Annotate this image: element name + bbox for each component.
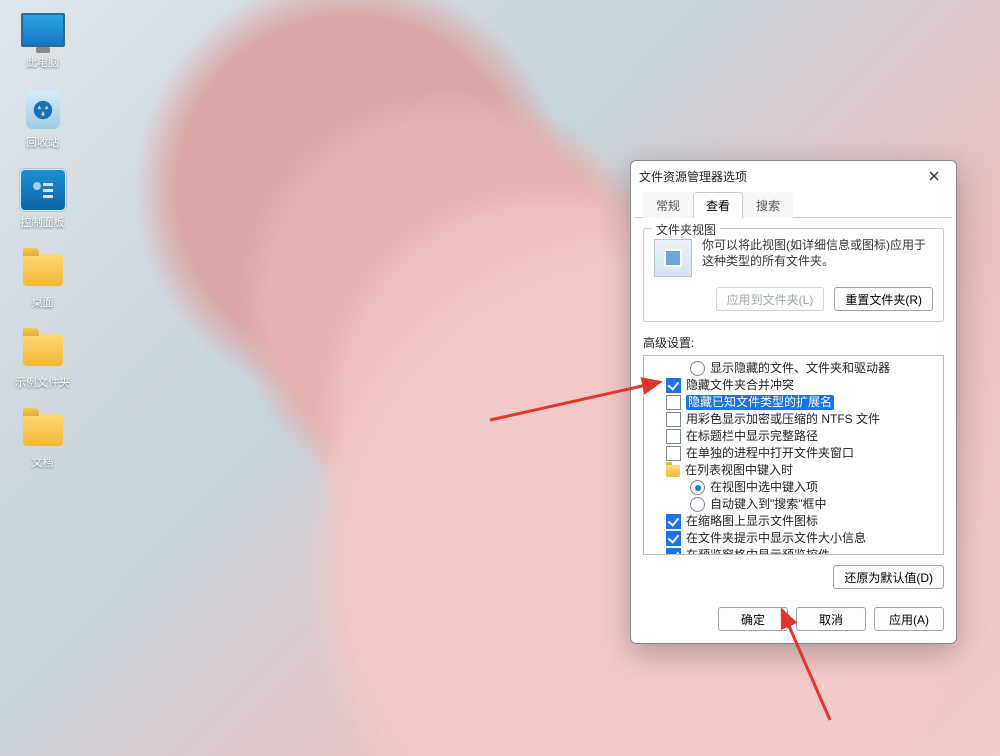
opt-label: 在视图中选中键入项 — [710, 480, 818, 495]
ok-button[interactable]: 确定 — [718, 607, 788, 631]
opt-label: 显示隐藏的文件、文件夹和驱动器 — [710, 361, 890, 376]
folder-icon — [666, 465, 680, 477]
desktop-icon-recycle-bin[interactable]: 回收站 — [5, 90, 80, 150]
opt-auto-search[interactable]: 自动键入到"搜索"框中 — [646, 496, 941, 513]
desktop-icon-folder-sample[interactable]: 示例文件夹 — [5, 330, 80, 390]
opt-merge-conflict[interactable]: 隐藏文件夹合并冲突 — [646, 377, 941, 394]
opt-label: 在列表视图中键入时 — [685, 463, 793, 478]
folder-view-group: 文件夹视图 你可以将此视图(如详细信息或图标)应用于这种类型的所有文件夹。 应用… — [643, 228, 944, 322]
opt-label: 在单独的进程中打开文件夹窗口 — [686, 446, 854, 461]
tab-search[interactable]: 搜索 — [743, 192, 793, 218]
reset-folders-button[interactable]: 重置文件夹(R) — [834, 287, 933, 311]
control-panel-icon — [21, 170, 65, 210]
dialog-title: 文件资源管理器选项 — [639, 168, 920, 185]
folder-icon — [23, 414, 63, 446]
opt-label: 在标题栏中显示完整路径 — [686, 429, 818, 444]
desktop-icon-label: 示例文件夹 — [15, 374, 70, 390]
checkbox-icon — [666, 395, 681, 410]
tab-bar: 常规 查看 搜索 — [635, 191, 952, 218]
desktop-icon-control-panel[interactable]: 控制面板 — [5, 170, 80, 230]
apply-to-folders-button[interactable]: 应用到文件夹(L) — [716, 287, 825, 311]
opt-thumb-icon[interactable]: 在缩略图上显示文件图标 — [646, 513, 941, 530]
folder-view-legend: 文件夹视图 — [652, 221, 720, 238]
opt-list-enter-group[interactable]: 在列表视图中键入时 — [646, 462, 941, 479]
dialog-footer: 确定 取消 应用(A) — [631, 599, 956, 643]
advanced-settings-label: 高级设置: — [643, 334, 944, 351]
opt-preview-controls[interactable]: 在预览窗格中显示预览控件 — [646, 547, 941, 555]
opt-folder-size[interactable]: 在文件夹提示中显示文件大小信息 — [646, 530, 941, 547]
close-icon — [929, 171, 939, 181]
opt-label: 隐藏已知文件类型的扩展名 — [686, 395, 834, 410]
restore-defaults-button[interactable]: 还原为默认值(D) — [833, 565, 944, 589]
folder-options-dialog: 文件资源管理器选项 常规 查看 搜索 文件夹视图 你可以将此视图(如详细信息或图… — [630, 160, 957, 644]
checkbox-icon — [666, 429, 681, 444]
desktop-icon-label: 此电脑 — [26, 54, 59, 70]
opt-label: 自动键入到"搜索"框中 — [710, 497, 827, 512]
folder-icon — [23, 254, 63, 286]
dialog-body: 文件夹视图 你可以将此视图(如详细信息或图标)应用于这种类型的所有文件夹。 应用… — [631, 218, 956, 599]
folder-icon — [23, 334, 63, 366]
opt-separate-process[interactable]: 在单独的进程中打开文件夹窗口 — [646, 445, 941, 462]
checkbox-icon — [666, 446, 681, 461]
folder-view-icon — [654, 239, 692, 277]
desktop-icon-label: 控制面板 — [21, 214, 65, 230]
radio-icon — [690, 361, 705, 376]
opt-label: 隐藏文件夹合并冲突 — [686, 378, 794, 393]
checkbox-icon — [666, 412, 681, 427]
radio-icon — [690, 480, 705, 495]
opt-full-path[interactable]: 在标题栏中显示完整路径 — [646, 428, 941, 445]
desktop-icon-folder-docs[interactable]: 文档 — [5, 410, 80, 470]
checkbox-icon — [666, 548, 681, 555]
tab-view[interactable]: 查看 — [693, 192, 743, 218]
monitor-icon — [21, 13, 65, 47]
opt-hide-extensions[interactable]: 隐藏已知文件类型的扩展名 — [646, 394, 941, 411]
desktop-icons: 此电脑 回收站 控制面板 桌面 示例文件夹 文档 — [5, 10, 80, 470]
folder-view-text: 你可以将此视图(如详细信息或图标)应用于这种类型的所有文件夹。 — [702, 237, 933, 269]
desktop-icon-label: 文档 — [32, 454, 54, 470]
advanced-settings-tree[interactable]: 显示隐藏的文件、文件夹和驱动器 隐藏文件夹合并冲突 隐藏已知文件类型的扩展名 用… — [643, 355, 944, 555]
tab-general[interactable]: 常规 — [643, 192, 693, 218]
checkbox-icon — [666, 514, 681, 529]
desktop-icon-label: 回收站 — [26, 134, 59, 150]
recycle-bin-icon — [26, 91, 60, 129]
checkbox-icon — [666, 378, 681, 393]
desktop-icon-label: 桌面 — [32, 294, 54, 310]
radio-icon — [690, 497, 705, 512]
opt-color-ntfs[interactable]: 用彩色显示加密或压缩的 NTFS 文件 — [646, 411, 941, 428]
cancel-button[interactable]: 取消 — [796, 607, 866, 631]
apply-button[interactable]: 应用(A) — [874, 607, 944, 631]
opt-label: 在缩略图上显示文件图标 — [686, 514, 818, 529]
desktop-icon-folder-desktop[interactable]: 桌面 — [5, 250, 80, 310]
opt-label: 在预览窗格中显示预览控件 — [686, 548, 830, 555]
checkbox-icon — [666, 531, 681, 546]
close-button[interactable] — [920, 165, 948, 187]
opt-label: 在文件夹提示中显示文件大小信息 — [686, 531, 866, 546]
opt-select-in-view[interactable]: 在视图中选中键入项 — [646, 479, 941, 496]
desktop-icon-this-pc[interactable]: 此电脑 — [5, 10, 80, 70]
opt-label: 用彩色显示加密或压缩的 NTFS 文件 — [686, 412, 880, 427]
opt-show-hidden[interactable]: 显示隐藏的文件、文件夹和驱动器 — [646, 360, 941, 377]
dialog-titlebar[interactable]: 文件资源管理器选项 — [631, 161, 956, 191]
